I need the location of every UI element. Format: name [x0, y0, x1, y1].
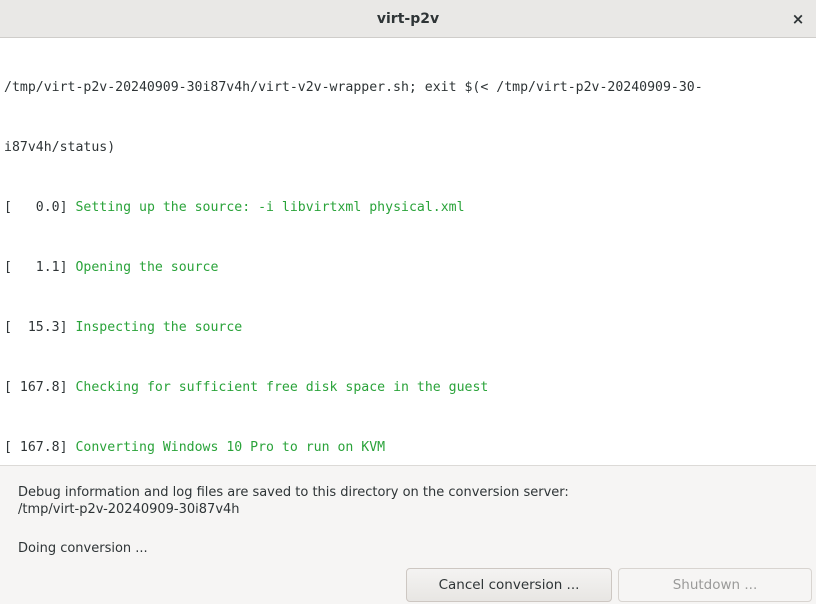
terminal-output[interactable]: /tmp/virt-p2v-20240909-30i87v4h/virt-v2v…	[0, 38, 816, 465]
log-line: [ 0.0] Setting up the source: -i libvirt…	[4, 198, 816, 218]
debug-directory: /tmp/virt-p2v-20240909-30i87v4h	[18, 502, 240, 517]
log-message: Inspecting the source	[75, 320, 243, 335]
cancel-conversion-button[interactable]: Cancel conversion ...	[406, 568, 612, 602]
log-message: Opening the source	[75, 260, 219, 275]
log-message: Setting up the source: -i libvirtxml phy…	[75, 200, 465, 215]
log-time: [ 1.1]	[4, 260, 68, 275]
log-time: [ 0.0]	[4, 200, 68, 215]
shutdown-button[interactable]: Shutdown ...	[618, 568, 812, 602]
command-line-2: i87v4h/status)	[4, 140, 116, 155]
log-line: [ 167.8] Converting Windows 10 Pro to ru…	[4, 438, 816, 458]
log-message: Checking for sufficient free disk space …	[75, 380, 489, 395]
command-line-1: /tmp/virt-p2v-20240909-30i87v4h/virt-v2v…	[4, 80, 703, 95]
log-message: Converting Windows 10 Pro to run on KVM	[75, 440, 386, 455]
title-bar: virt-p2v ×	[0, 0, 816, 38]
debug-info-text: Debug information and log files are save…	[18, 485, 569, 500]
window-title: virt-p2v	[376, 11, 440, 27]
log-line: [ 1.1] Opening the source	[4, 258, 816, 278]
conversion-status: Doing conversion ...	[18, 541, 148, 556]
log-line: [ 167.8] Checking for sufficient free di…	[4, 378, 816, 398]
log-time: [ 15.3]	[4, 320, 68, 335]
status-panel: Debug information and log files are save…	[0, 465, 816, 604]
log-time: [ 167.8]	[4, 440, 68, 455]
close-icon[interactable]: ×	[788, 9, 808, 29]
log-line: [ 15.3] Inspecting the source	[4, 318, 816, 338]
log-time: [ 167.8]	[4, 380, 68, 395]
